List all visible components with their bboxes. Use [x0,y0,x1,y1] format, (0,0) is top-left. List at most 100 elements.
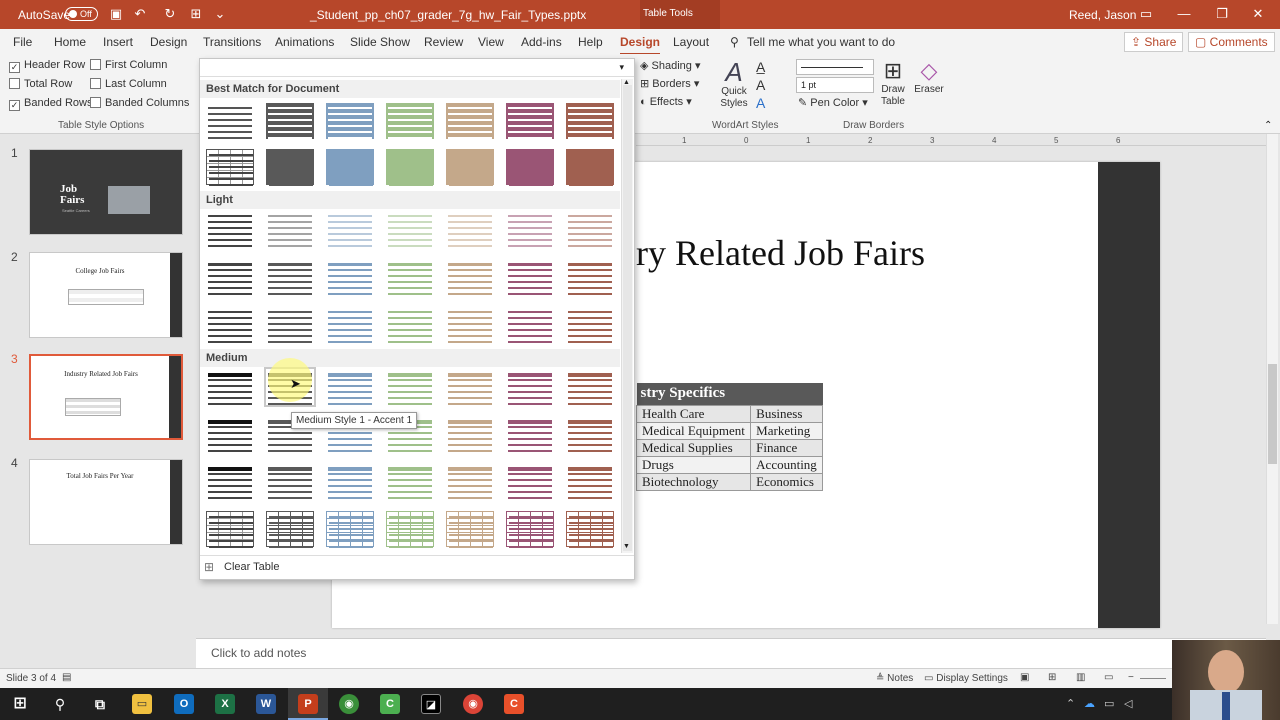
table-style-swatch[interactable] [566,149,614,186]
chrome-icon[interactable]: ◉ [339,694,359,714]
slide-thumbnail-1[interactable]: Job Fairs Seattle Careers [29,149,183,235]
table-style-swatch[interactable] [446,369,494,405]
shading-button[interactable]: ◈ Shading ▾ [640,59,700,72]
tab-animations[interactable]: Animations [275,35,334,49]
slide-title[interactable]: ry Related Job Fairs [636,232,925,274]
table-cell-industry[interactable]: Medical Supplies [635,438,752,457]
table-row[interactable]: Medical Supplies Finance [635,438,823,457]
table-style-swatch[interactable] [326,149,374,186]
table-style-swatch[interactable] [506,149,554,186]
gallery-scrollbar[interactable]: ▲ ▼ [621,79,633,553]
tab-slide-show[interactable]: Slide Show [350,35,410,49]
vertical-scrollbar[interactable] [1266,134,1278,624]
quick-styles-button[interactable]: A Quick Styles [718,58,750,110]
chrome-alt-icon[interactable]: ◉ [463,694,483,714]
table-style-swatch[interactable] [386,211,434,247]
table-style-swatch[interactable] [206,369,254,405]
table-style-swatch[interactable] [266,211,314,247]
tell-me-input[interactable]: Tell me what you want to do [747,35,895,49]
scroll-up-icon[interactable]: ▲ [623,79,630,86]
banded-rows-checkbox[interactable]: ✓ Banded Rows [9,97,93,111]
table-style-swatch[interactable] [386,259,434,295]
close-icon[interactable]: ✕ [1250,6,1266,22]
table-style-swatch[interactable] [446,259,494,295]
table-cell-industry[interactable]: Health Care [635,404,752,423]
tab-review[interactable]: Review [424,35,463,49]
borders-button[interactable]: ⊞ Borders ▾ [640,77,699,90]
table-header[interactable]: stry Specifics [636,383,823,405]
table-style-swatch[interactable] [326,103,374,139]
table-style-swatch[interactable] [446,416,494,452]
table-style-swatch[interactable] [326,211,374,247]
table-cell-industry[interactable]: Medical Equipment [635,421,752,440]
table-style-swatch[interactable] [506,211,554,247]
table-cell-industry[interactable]: Drugs [635,455,752,474]
horizontal-ruler[interactable]: 1 0 1 2 3 4 5 6 [636,136,1266,146]
notes-pane[interactable]: Click to add notes [196,638,1266,668]
table-style-swatch[interactable] [566,259,614,295]
scroll-thumb[interactable] [1268,364,1277,464]
table-style-swatch[interactable] [566,511,614,548]
save-icon[interactable]: ▣ [108,6,124,22]
reading-view-icon[interactable]: ▥ [1076,672,1085,683]
table-style-swatch[interactable] [206,259,254,295]
media-app-icon[interactable]: ◪ [421,694,441,714]
table-style-swatch[interactable] [206,416,254,452]
pen-weight-dropdown[interactable]: 1 pt [796,77,874,93]
table-style-swatch[interactable] [446,511,494,548]
outlook-icon[interactable]: O [174,694,194,714]
table-style-swatch[interactable] [386,511,434,548]
camtasia-icon[interactable]: C [380,694,400,714]
text-fill-button[interactable]: A̲ [756,58,765,77]
table-style-swatch[interactable] [206,307,254,343]
chevron-down-icon[interactable]: ▾ [619,62,624,73]
table-style-swatch[interactable] [506,511,554,548]
table-style-swatch[interactable] [206,103,254,139]
table-style-swatch[interactable] [446,103,494,139]
table-style-swatch[interactable] [266,307,314,343]
table-style-swatch[interactable] [566,211,614,247]
last-column-checkbox[interactable]: Last Column [90,78,167,90]
tab-table-design[interactable]: Design [620,35,661,55]
tab-view[interactable]: View [478,35,504,49]
table-style-swatch[interactable] [326,259,374,295]
table-style-swatch[interactable] [266,149,314,186]
present-icon[interactable]: ⊞ [188,6,204,22]
table-style-swatch[interactable] [566,103,614,139]
notes-placeholder[interactable]: Click to add notes [211,646,306,660]
table-style-swatch[interactable] [206,211,254,247]
tab-design[interactable]: Design [150,35,187,49]
text-outline-button[interactable]: A [756,76,765,95]
table-style-swatch[interactable] [206,511,254,548]
tray-chevron-icon[interactable]: ⌃ [1066,697,1075,710]
first-column-checkbox[interactable]: First Column [90,59,167,71]
slideshow-view-icon[interactable]: ▭ [1104,672,1113,683]
maximize-icon[interactable]: ❐ [1214,6,1230,22]
header-row-checkbox[interactable]: ✓ Header Row [9,59,85,73]
spellcheck-icon[interactable]: ▤ [62,672,71,683]
draw-table-button[interactable]: ⊞ Draw Table [878,58,908,108]
table-cell-field[interactable]: Accounting [750,455,823,474]
ribbon-display-icon[interactable]: ▭ [1138,6,1154,22]
excel-icon[interactable]: X [215,694,235,714]
display-settings-button[interactable]: ▭ Display Settings [924,673,1008,684]
table-style-swatch[interactable] [386,463,434,499]
table-style-swatch[interactable] [386,103,434,139]
tab-help[interactable]: Help [578,35,603,49]
eraser-button[interactable]: ◇ Eraser [914,58,944,96]
table-style-swatch[interactable] [326,511,374,548]
table-cell-field[interactable]: Economics [750,472,823,491]
table-cell-field[interactable]: Business [750,404,823,423]
tab-file[interactable]: File [13,35,32,49]
table-style-swatch[interactable] [506,103,554,139]
effects-button[interactable]: ◐ Effects ▾ [640,95,692,108]
table-style-swatch[interactable] [566,416,614,452]
file-explorer-icon[interactable]: ▭ [132,694,152,714]
table-row[interactable]: Health Care Business [635,404,823,423]
slide-table[interactable]: stry Specifics Health Care Business Medica… [635,383,823,491]
table-row[interactable]: Biotechnology Economics [635,472,823,491]
comments-button[interactable]: ▢ Comments [1188,32,1275,52]
redo-icon[interactable]: ↻ [162,6,178,22]
zoom-slider[interactable] [1140,678,1166,679]
table-row[interactable]: Drugs Accounting [635,455,823,474]
